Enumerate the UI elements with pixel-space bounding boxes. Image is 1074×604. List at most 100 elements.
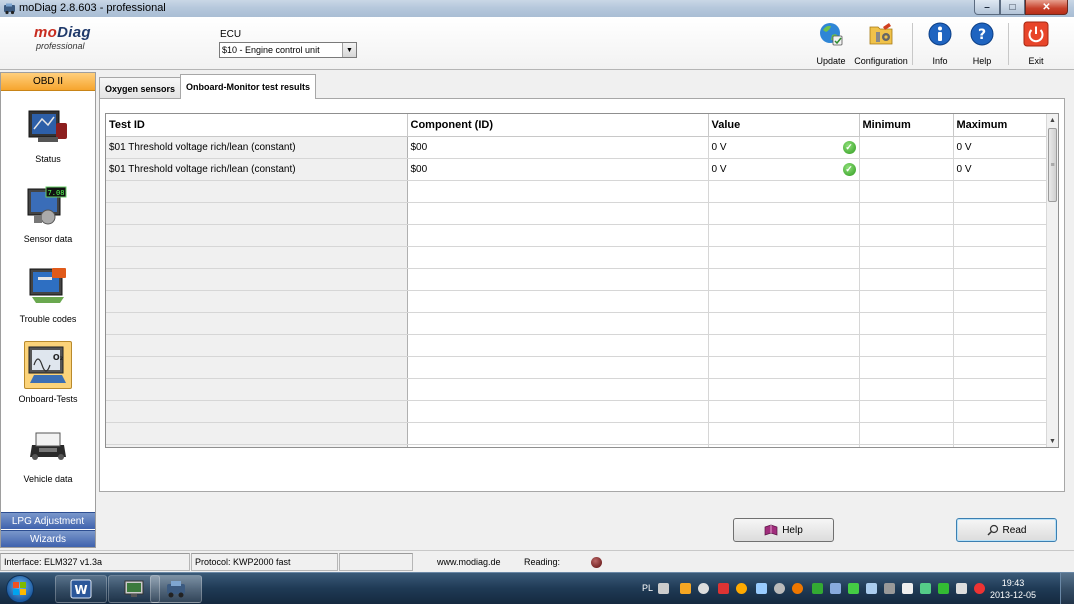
tray-disc-icon[interactable]	[698, 583, 709, 594]
scrollbar-thumb[interactable]: ≡	[1048, 128, 1057, 202]
table-row-empty[interactable]	[106, 246, 1049, 269]
column-header-test-id[interactable]: Test ID	[106, 114, 408, 137]
sidebar: OBD II Status 7.08 Sensor data Trouble c…	[0, 72, 96, 548]
toolbar-separator	[912, 23, 913, 65]
column-header-component[interactable]: Component (ID)	[407, 114, 709, 137]
exit-button[interactable]: Exit	[1022, 20, 1050, 68]
table-row-empty[interactable]	[106, 444, 1049, 447]
tray-gear-icon[interactable]	[718, 583, 729, 594]
tray-app-icon[interactable]	[680, 583, 691, 594]
tray-sun-icon[interactable]	[736, 583, 747, 594]
empty-cell	[859, 312, 954, 335]
table-row-empty[interactable]	[106, 378, 1049, 401]
status-empty-cell	[339, 553, 413, 571]
keyboard-icon[interactable]	[658, 583, 669, 594]
table-row-empty[interactable]	[106, 334, 1049, 357]
read-button[interactable]: Read	[956, 518, 1057, 542]
tray-check-icon[interactable]	[848, 583, 859, 594]
vehicle-data-icon	[30, 432, 66, 460]
table-row-empty[interactable]	[106, 290, 1049, 313]
table-row-empty[interactable]	[106, 356, 1049, 379]
tray-palette-icon[interactable]	[792, 583, 803, 594]
system-tray: PL 19:43 2013-12-05	[622, 573, 1074, 604]
chevron-down-icon[interactable]: ▼	[342, 43, 356, 57]
title-bar[interactable]: moDiag 2.8.603 - professional – □ ✕	[0, 0, 1074, 17]
tray-cloud-icon[interactable]	[774, 583, 785, 594]
clock-time: 19:43	[1001, 578, 1025, 588]
show-desktop-button[interactable]	[1060, 573, 1074, 604]
info-button[interactable]: Info	[926, 20, 954, 68]
volume-icon[interactable]	[956, 583, 967, 594]
taskbar-word[interactable]: W	[55, 575, 107, 603]
scroll-up-icon[interactable]: ▲	[1047, 114, 1058, 126]
table-row-empty[interactable]	[106, 400, 1049, 423]
sidebar-item-status[interactable]: Status	[1, 96, 95, 174]
maximize-button[interactable]: □	[1000, 0, 1025, 15]
svg-text:7.08: 7.08	[48, 189, 65, 197]
update-icon	[820, 23, 843, 46]
table-row-empty[interactable]	[106, 202, 1049, 225]
table-row[interactable]: $01 Threshold voltage rich/lean (constan…	[106, 136, 1049, 159]
sidebar-header-obd2[interactable]: OBD II	[1, 73, 95, 91]
status-website[interactable]: www.modiag.de	[437, 557, 501, 567]
sidebar-item-sensor-data[interactable]: 7.08 Sensor data	[1, 176, 95, 254]
start-button[interactable]	[6, 575, 34, 603]
table-row-empty[interactable]	[106, 224, 1049, 247]
tray-printer-icon[interactable]	[884, 583, 895, 594]
column-header-maximum[interactable]: Maximum	[953, 114, 1049, 137]
tray-battery-icon[interactable]	[902, 583, 913, 594]
modiag-taskbar-icon	[167, 581, 185, 598]
empty-cell	[859, 378, 954, 401]
sidebar-item-trouble-codes[interactable]: Trouble codes	[1, 256, 95, 334]
tab-onboard-monitor-test-results[interactable]: Onboard-Monitor test results	[180, 74, 317, 99]
scroll-down-icon[interactable]: ▼	[1047, 435, 1058, 447]
empty-cell	[407, 378, 709, 401]
tray-monitor-icon[interactable]	[866, 583, 877, 594]
table-row-empty[interactable]	[106, 422, 1049, 445]
tray-flag-icon[interactable]	[920, 583, 931, 594]
column-header-minimum[interactable]: Minimum	[859, 114, 954, 137]
empty-cell	[859, 268, 954, 291]
reading-indicator-icon	[591, 557, 602, 568]
tray-msg-icon[interactable]	[938, 583, 949, 594]
empty-cell	[859, 400, 954, 423]
configuration-icon	[869, 23, 893, 45]
results-table: Test ID Component (ID) Value Minimum Max…	[106, 114, 1049, 447]
sidebar-item-label: Vehicle data	[23, 474, 73, 484]
results-grid[interactable]: Test ID Component (ID) Value Minimum Max…	[105, 113, 1059, 448]
sidebar-item-vehicle-data[interactable]: Vehicle data	[1, 416, 95, 494]
tray-bluetooth-icon[interactable]	[830, 583, 841, 594]
tray-shield-icon[interactable]	[812, 583, 823, 594]
ecu-select[interactable]: $10 - Engine control unit ▼	[219, 42, 357, 58]
help-toolbar-button[interactable]: ? Help	[968, 20, 996, 68]
tab-strip: Oxygen sensors Onboard-Monitor test resu…	[99, 74, 317, 99]
table-row-empty[interactable]	[106, 312, 1049, 335]
table-row-empty[interactable]	[106, 180, 1049, 203]
info-icon	[928, 22, 952, 46]
help-button[interactable]: Help	[733, 518, 834, 542]
empty-cell	[407, 422, 709, 445]
empty-cell	[106, 202, 408, 225]
taskbar-modiag[interactable]	[150, 575, 202, 603]
empty-cell	[953, 422, 1049, 445]
app-icon	[4, 3, 15, 15]
sidebar-tab-lpg-adjustment[interactable]: LPG Adjustment	[1, 512, 95, 529]
taskbar-clock[interactable]: 19:43 2013-12-05	[990, 577, 1036, 601]
sidebar-tab-wizards[interactable]: Wizards	[1, 530, 95, 547]
column-header-value[interactable]: Value	[708, 114, 860, 137]
close-button[interactable]: ✕	[1025, 0, 1068, 15]
configuration-button[interactable]: Configuration	[854, 20, 908, 68]
tray-network-icon[interactable]	[756, 583, 767, 594]
tray-language[interactable]: PL	[642, 583, 653, 593]
table-row-empty[interactable]	[106, 268, 1049, 291]
power-icon	[1023, 21, 1049, 47]
vertical-scrollbar[interactable]: ▲ ≡ ▼	[1046, 114, 1058, 447]
table-row[interactable]: $01 Threshold voltage rich/lean (constan…	[106, 158, 1049, 181]
update-button[interactable]: Update	[816, 20, 846, 68]
empty-cell	[859, 180, 954, 203]
minimize-button[interactable]: –	[974, 0, 1000, 15]
ecu-label: ECU	[220, 29, 242, 40]
tray-power-icon[interactable]	[974, 583, 985, 594]
sidebar-item-onboard-tests[interactable]: O₂ Onboard-Tests	[1, 336, 95, 414]
tab-oxygen-sensors[interactable]: Oxygen sensors	[99, 77, 182, 99]
